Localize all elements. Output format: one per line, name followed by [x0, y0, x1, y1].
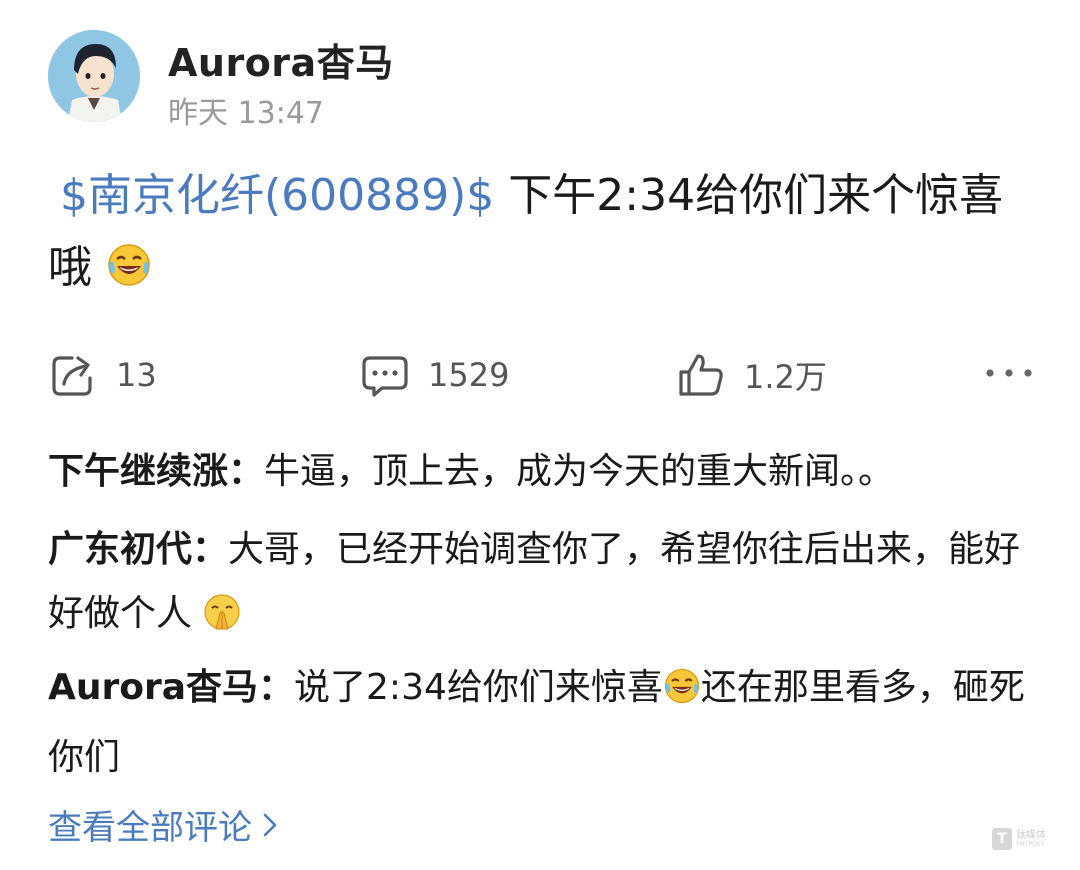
post-card: Aurora杳马 昨天 13:47 $南京化纤(600889)$ 下午2:34给你…	[0, 0, 1080, 870]
avatar-image	[48, 30, 140, 122]
commenter-name[interactable]: 下午继续涨：	[48, 451, 264, 492]
share-count: 13	[116, 356, 157, 394]
like-button[interactable]: 1.2万	[676, 350, 827, 400]
praying-emoji	[203, 588, 241, 652]
comment-count: 1529	[428, 356, 510, 394]
comment-item[interactable]: Aurora杳马：说了2:34给你们来惊喜 还在那里看多，砸死你们	[48, 656, 1033, 790]
comment-icon	[360, 350, 410, 400]
comment-button[interactable]: 1529	[360, 350, 509, 400]
view-all-label: 查看全部评论	[48, 808, 252, 848]
post-content: $南京化纤(600889)$ 下午2:34给你们来个惊喜哦	[48, 160, 1043, 310]
commenter-name[interactable]: 广东初代：	[48, 529, 228, 570]
post-time: 昨天 13:47	[168, 96, 324, 131]
like-count: 1.2万	[744, 358, 827, 396]
chevron-right-icon	[263, 813, 277, 836]
share-icon	[48, 350, 98, 400]
comment-item[interactable]: 广东初代：大哥，已经开始调查你了，希望你往后出来，能好好做个人	[48, 518, 1033, 652]
watermark-logo: T	[992, 828, 1012, 850]
more-button[interactable]	[982, 360, 1036, 386]
commenter-name[interactable]: Aurora杳马：	[48, 667, 294, 708]
share-button[interactable]: 13	[48, 350, 157, 400]
author-name[interactable]: Aurora杳马	[168, 32, 394, 87]
comment-text: 说了2:34给你们来惊喜	[294, 667, 663, 708]
watermark: T 钛媒体 TMTPOST	[992, 826, 1054, 852]
more-icon	[986, 369, 1032, 377]
stock-tag-link[interactable]: $南京化纤(600889)$	[48, 170, 494, 221]
comment-item[interactable]: 下午继续涨：牛逼，顶上去，成为今天的重大新闻。。	[48, 440, 1033, 504]
watermark-subtext: TMTPOST	[1016, 841, 1045, 848]
avatar[interactable]	[48, 30, 140, 122]
comment-text: 牛逼，顶上去，成为今天的重大新闻。。	[264, 451, 895, 492]
watermark-text: 钛媒体	[1016, 830, 1046, 841]
laugh-cry-emoji	[663, 662, 701, 726]
laugh-cry-emoji	[106, 238, 152, 310]
thumbs-up-icon	[676, 350, 726, 400]
view-all-comments-link[interactable]: 查看全部评论	[48, 800, 280, 849]
